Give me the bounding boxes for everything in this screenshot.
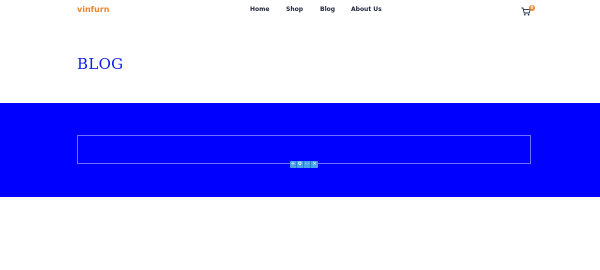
editor-toolbar: + ⚙ ⋯ × [290,161,318,168]
empty-content-container[interactable] [77,135,531,164]
nav-item-home[interactable]: Home [250,6,269,13]
cart-count-badge: 0 [529,5,535,11]
nav-item-shop[interactable]: Shop [286,6,303,13]
drag-icon: ⋯ [304,161,310,167]
delete-icon: × [312,161,317,167]
content-band: + ⚙ ⋯ × [0,103,600,197]
page-title: BLOG [77,55,124,73]
add-icon: + [290,161,296,167]
add-element-button[interactable]: + [290,161,297,168]
nav-item-blog[interactable]: Blog [320,6,335,13]
site-header: vinfurn Home Shop Blog About Us 0 [0,0,600,22]
nav-item-about-us[interactable]: About Us [351,6,382,13]
edit-section-button[interactable]: ⚙ [297,161,304,168]
delete-section-button[interactable]: × [311,161,318,168]
cart-button[interactable]: 0 [521,5,535,17]
edit-icon: ⚙ [297,161,303,167]
drag-section-button[interactable]: ⋯ [304,161,311,168]
main-nav: Home Shop Blog About Us [0,6,600,18]
